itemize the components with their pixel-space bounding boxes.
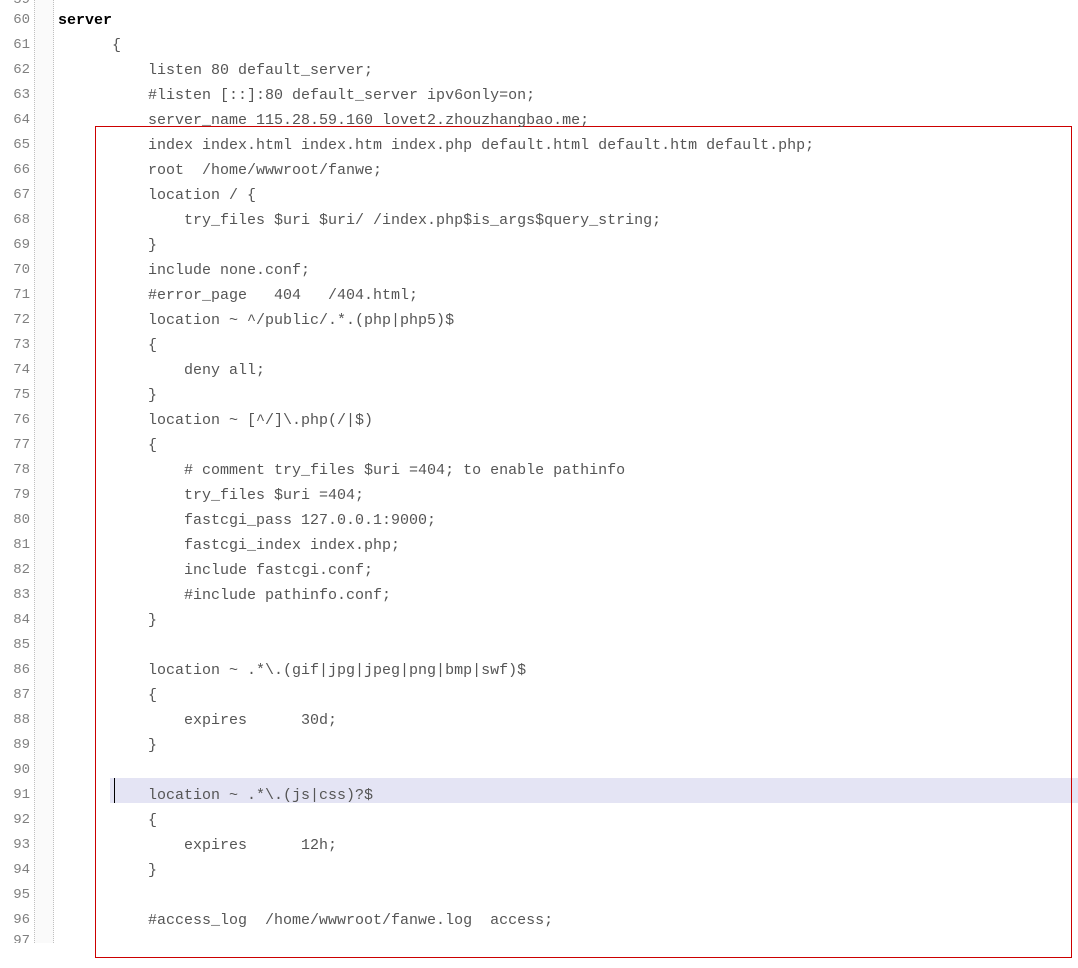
line-number: 87 [0,683,30,708]
line-number: 60 [0,8,30,33]
line-number: 94 [0,858,30,883]
line-number: 76 [0,408,30,433]
line-number: 68 [0,208,30,233]
code-line[interactable]: index index.html index.htm index.php def… [58,133,1078,158]
line-number: 72 [0,308,30,333]
line-number: 89 [0,733,30,758]
line-number: 69 [0,233,30,258]
code-line[interactable]: { [58,808,1078,833]
code-line[interactable]: { [58,33,1078,58]
line-number-gutter: 59 6061626364656667686970717273747576777… [0,0,34,943]
code-line[interactable]: listen 80 default_server; [58,58,1078,83]
code-line [58,0,1078,8]
code-line[interactable] [58,883,1078,908]
code-line[interactable]: # comment try_files $uri =404; to enable… [58,458,1078,483]
code-line[interactable]: location ~ .*\.(gif|jpg|jpeg|png|bmp|swf… [58,658,1078,683]
line-number: 74 [0,358,30,383]
line-number: 80 [0,508,30,533]
code-line[interactable]: deny all; [58,358,1078,383]
line-number: 62 [0,58,30,83]
line-number: 75 [0,383,30,408]
code-line[interactable]: expires 30d; [58,708,1078,733]
line-number: 61 [0,33,30,58]
line-number: 67 [0,183,30,208]
code-line[interactable]: { [58,333,1078,358]
code-line[interactable]: #include pathinfo.conf; [58,583,1078,608]
code-line[interactable]: include fastcgi.conf; [58,558,1078,583]
code-line[interactable]: fastcgi_index index.php; [58,533,1078,558]
fold-column [34,0,54,943]
line-number: 63 [0,83,30,108]
line-number: 59 [0,0,30,8]
code-line[interactable]: try_files $uri $uri/ /index.php$is_args$… [58,208,1078,233]
line-number: 91 [0,783,30,808]
code-line[interactable]: fastcgi_pass 127.0.0.1:9000; [58,508,1078,533]
code-line[interactable] [58,758,1078,783]
code-line[interactable]: expires 12h; [58,833,1078,858]
code-line[interactable]: root /home/wwwroot/fanwe; [58,158,1078,183]
line-number: 64 [0,108,30,133]
code-line[interactable]: location ~ ^/public/.*.(php|php5)$ [58,308,1078,333]
code-line[interactable]: include none.conf; [58,258,1078,283]
line-number: 93 [0,833,30,858]
line-number: 70 [0,258,30,283]
code-line[interactable]: { [58,683,1078,708]
line-number: 86 [0,658,30,683]
line-number: 95 [0,883,30,908]
code-line[interactable]: { [58,433,1078,458]
line-number: 88 [0,708,30,733]
code-line[interactable]: location ~ .*\.(js|css)?$ [58,783,1078,808]
line-number: 92 [0,808,30,833]
line-number: 96 [0,908,30,933]
code-line[interactable]: } [58,383,1078,408]
code-editor[interactable]: 59 6061626364656667686970717273747576777… [0,0,1078,943]
code-line[interactable]: #access_log /home/wwwroot/fanwe.log acce… [58,908,1078,933]
line-number: 97 [0,933,30,943]
code-line[interactable] [58,633,1078,658]
line-number: 73 [0,333,30,358]
code-line[interactable]: } [58,858,1078,883]
line-number: 83 [0,583,30,608]
line-number: 71 [0,283,30,308]
code-line[interactable]: try_files $uri =404; [58,483,1078,508]
line-number: 85 [0,633,30,658]
line-number: 82 [0,558,30,583]
text-caret [114,778,115,803]
line-number: 79 [0,483,30,508]
line-number: 65 [0,133,30,158]
code-line[interactable]: location / { [58,183,1078,208]
code-line[interactable]: } [58,233,1078,258]
code-line[interactable]: server [58,8,1078,33]
line-number: 77 [0,433,30,458]
code-line[interactable]: server_name 115.28.59.160 lovet2.zhouzha… [58,108,1078,133]
code-area[interactable]: server { listen 80 default_server; #list… [54,0,1078,943]
line-number: 90 [0,758,30,783]
line-number: 81 [0,533,30,558]
code-line[interactable]: #error_page 404 /404.html; [58,283,1078,308]
line-number: 66 [0,158,30,183]
code-line[interactable]: location ~ [^/]\.php(/|$) [58,408,1078,433]
line-number: 78 [0,458,30,483]
code-line[interactable]: } [58,608,1078,633]
code-line[interactable]: #listen [::]:80 default_server ipv6only=… [58,83,1078,108]
line-number: 84 [0,608,30,633]
code-line[interactable]: } [58,733,1078,758]
